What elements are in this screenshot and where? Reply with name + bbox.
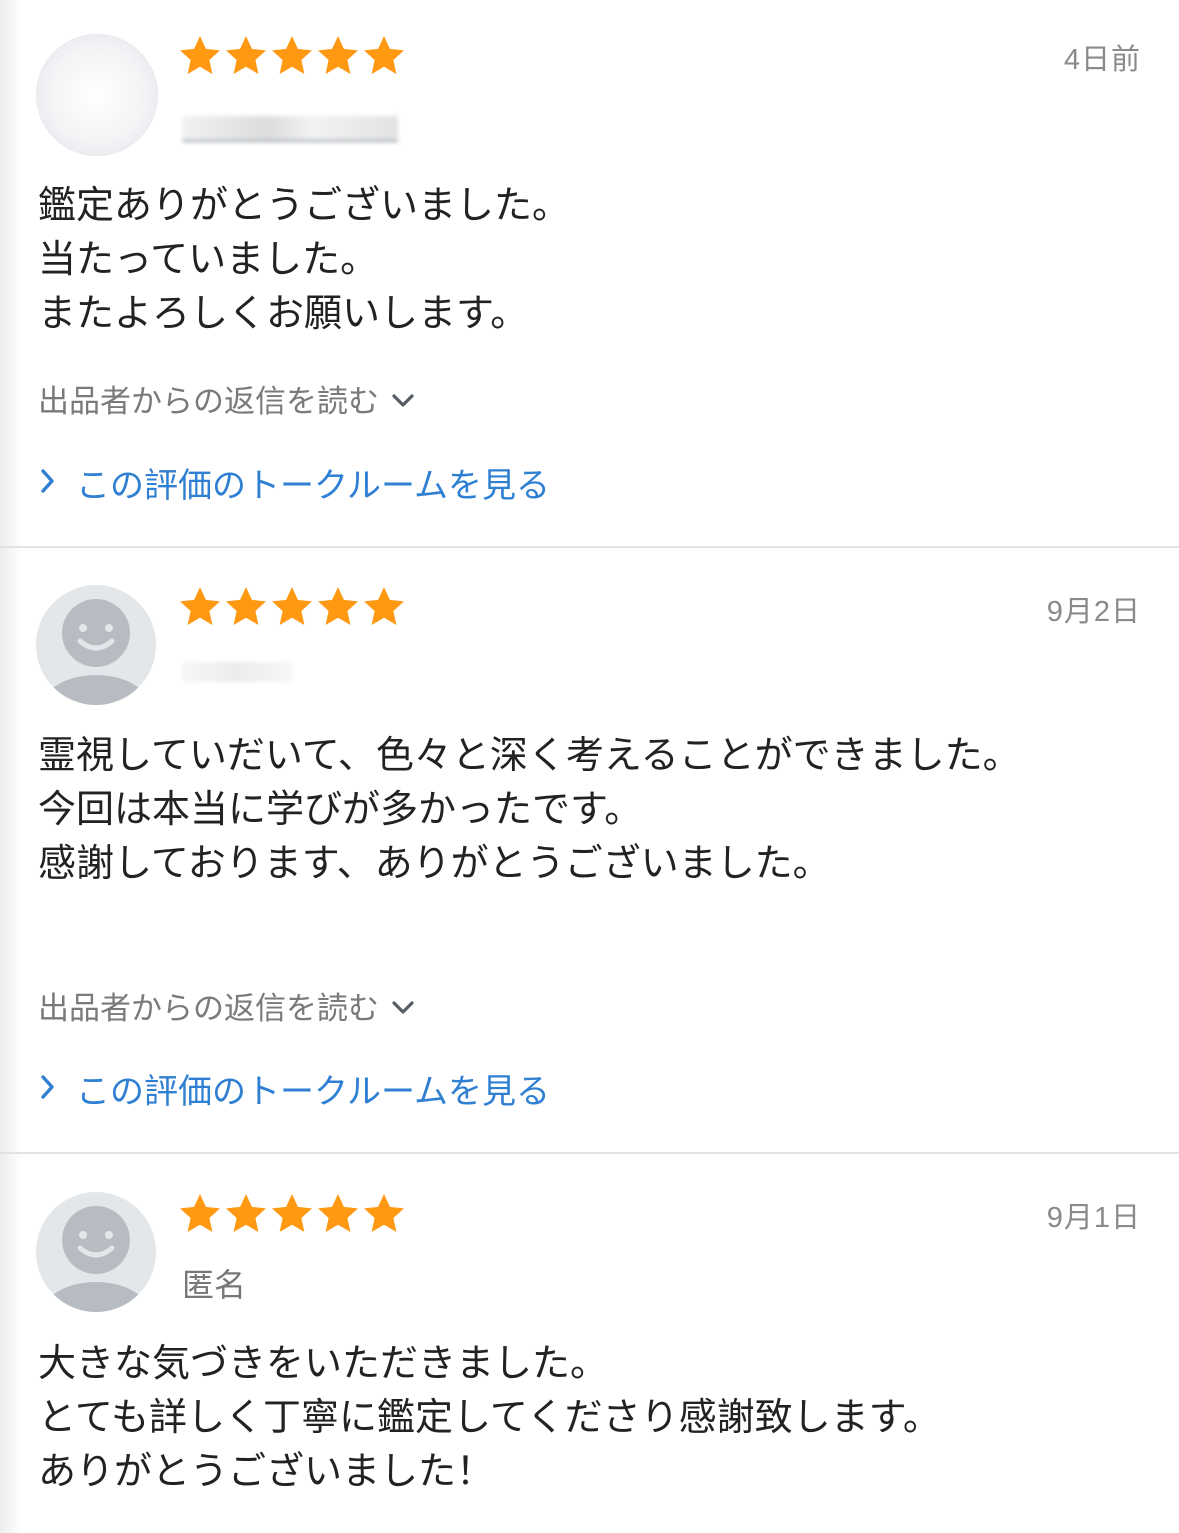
- read-reply-label: 出品者からの返信を読む: [38, 384, 379, 420]
- review-comment: 霊視していだいて、色々と深く考えることができました。 今回は本当に学びが多かった…: [38, 728, 1021, 890]
- review-divider: [0, 1152, 1179, 1154]
- comment-line: またよろしくお願いします。: [38, 291, 529, 335]
- star-icon: [318, 1194, 358, 1232]
- star-icon: [180, 36, 220, 74]
- comment-line: ありがとうございました！: [38, 1449, 495, 1493]
- default-avatar-icon: [44, 1206, 148, 1312]
- review-divider: [0, 546, 1179, 548]
- reviewer-name-redacted: [182, 662, 292, 682]
- talkroom-link-label: この評価のトークルームを見る: [76, 1072, 550, 1112]
- read-reply-toggle[interactable]: 出品者からの返信を読む: [38, 376, 415, 421]
- star-icon: [180, 1194, 220, 1232]
- read-reply-label: 出品者からの返信を読む: [38, 991, 379, 1027]
- talkroom-link[interactable]: この評価のトークルームを見る: [40, 1064, 550, 1113]
- default-avatar-icon: [44, 599, 148, 705]
- star-icon: [318, 36, 358, 74]
- star-icon: [364, 36, 404, 74]
- read-reply-toggle[interactable]: 出品者からの返信を読む: [38, 983, 415, 1028]
- star-icon: [226, 587, 266, 625]
- comment-line: 感謝しております、ありがとうございました。: [38, 841, 831, 885]
- chevron-down-icon: [391, 988, 415, 1024]
- star-icon: [364, 1194, 404, 1232]
- comment-line: 大きな気づきをいただきました。: [38, 1341, 609, 1385]
- star-icon: [318, 587, 358, 625]
- talkroom-link-label: この評価のトークルームを見る: [76, 466, 550, 506]
- review-comment: 大きな気づきをいただきました。 とても詳しく丁寧に鑑定してくださり感謝致します。…: [38, 1336, 941, 1498]
- comment-line: 鑑定ありがとうございました。: [38, 183, 571, 227]
- star-rating: [178, 34, 406, 80]
- star-icon: [272, 1194, 312, 1232]
- star-icon: [272, 36, 312, 74]
- review-comment: 鑑定ありがとうございました。 当たっていました。 またよろしくお願いします。: [38, 178, 570, 340]
- review-date: 9月1日: [1046, 1202, 1141, 1234]
- avatar[interactable]: [36, 585, 156, 705]
- chevron-right-icon: [40, 463, 56, 503]
- avatar[interactable]: [36, 34, 158, 156]
- avatar[interactable]: [36, 1192, 156, 1312]
- star-icon: [272, 587, 312, 625]
- left-edge-shadow: [0, 0, 22, 1533]
- chevron-down-icon: [391, 381, 415, 417]
- star-icon: [226, 36, 266, 74]
- talkroom-link[interactable]: この評価のトークルームを見る: [40, 458, 550, 507]
- reviewer-name: 匿名: [182, 1266, 247, 1304]
- chevron-right-icon: [40, 1069, 56, 1109]
- comment-line: とても詳しく丁寧に鑑定してくださり感謝致します。: [38, 1395, 941, 1439]
- star-rating: [178, 585, 406, 631]
- comment-line: 当たっていました。: [38, 237, 379, 281]
- reviewer-name-redacted: [182, 116, 398, 142]
- star-icon: [180, 587, 220, 625]
- comment-line: 霊視していだいて、色々と深く考えることができました。: [38, 733, 1021, 777]
- comment-line: 今回は本当に学びが多かったです。: [38, 787, 643, 831]
- star-rating: [178, 1192, 406, 1238]
- review-date: 4日前: [1063, 44, 1141, 76]
- star-icon: [226, 1194, 266, 1232]
- review-date: 9月2日: [1046, 596, 1141, 628]
- star-icon: [364, 587, 404, 625]
